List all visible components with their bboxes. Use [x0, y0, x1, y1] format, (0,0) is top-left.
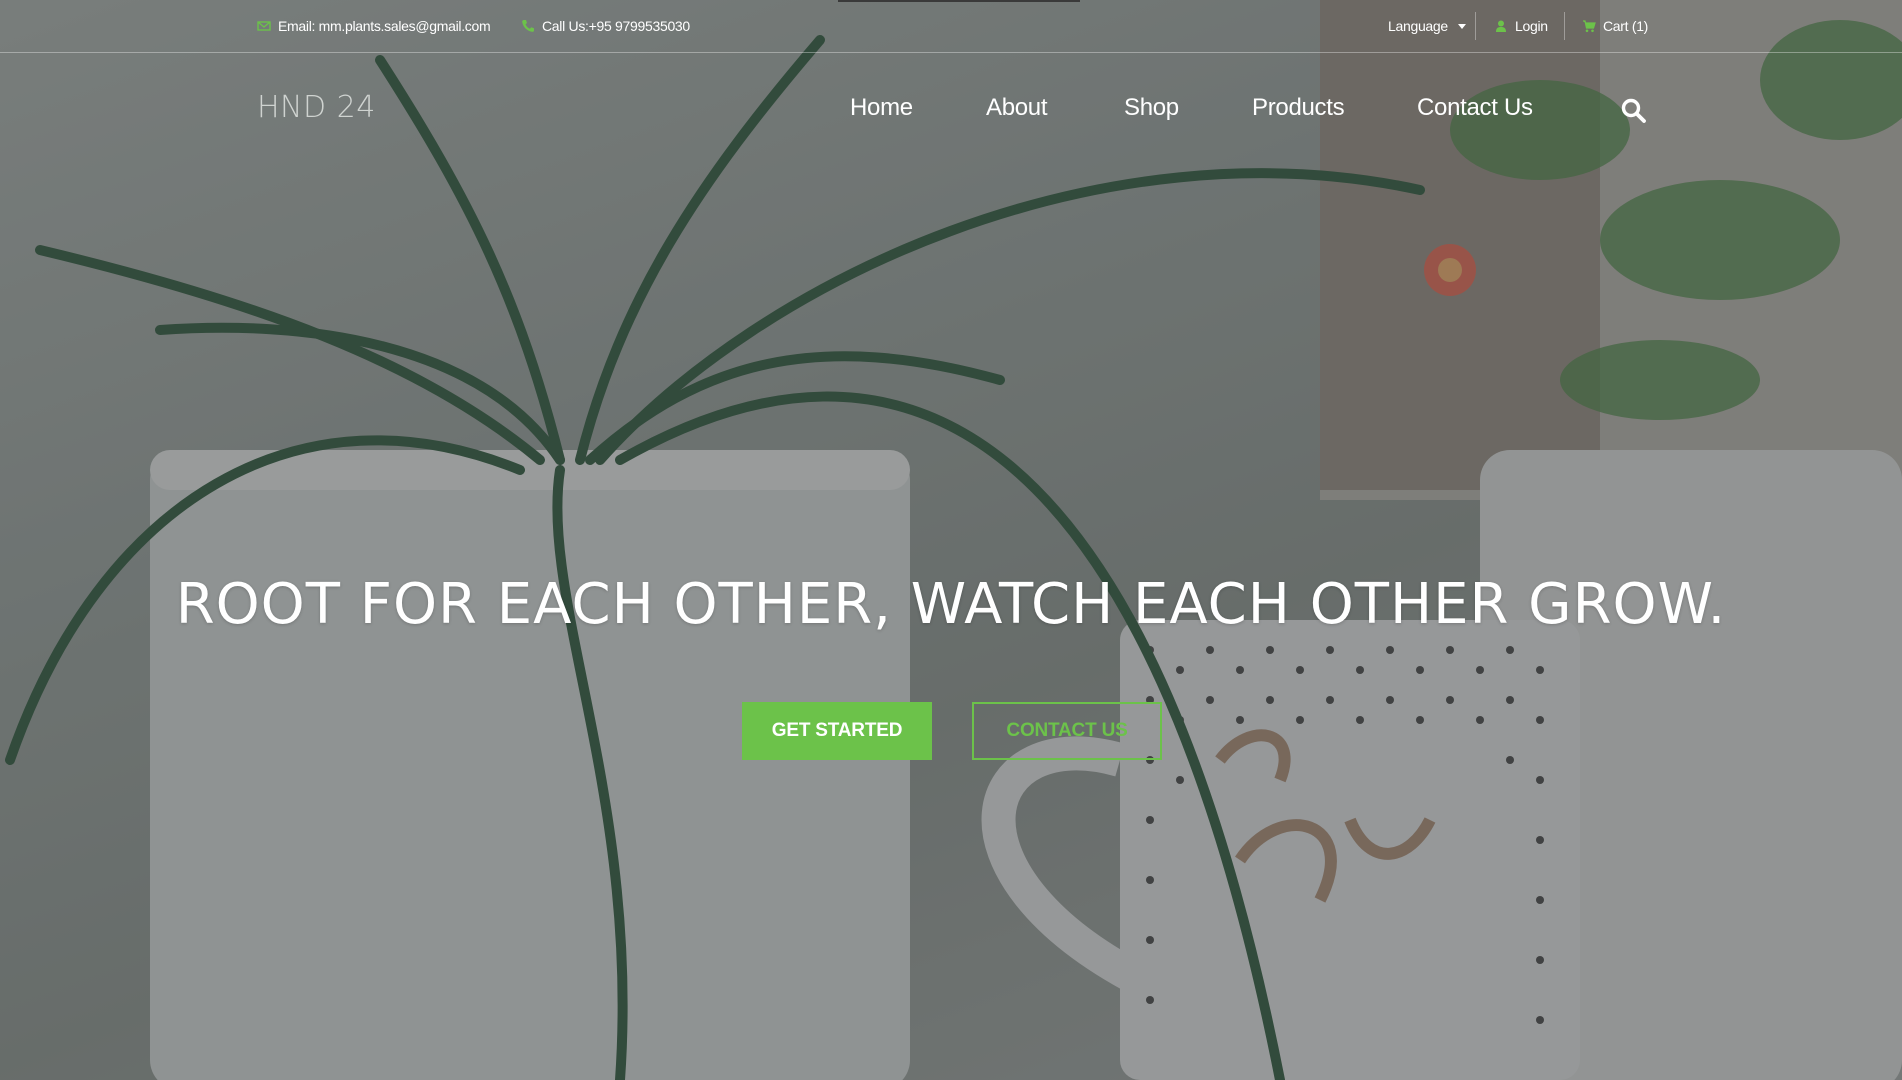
- caret-down-icon: [1457, 23, 1466, 29]
- language-dropdown[interactable]: Language: [1388, 18, 1466, 34]
- topbar-divider: [1475, 12, 1476, 40]
- site-logo[interactable]: HND 24: [257, 90, 376, 125]
- top-info-bar: Email: mm.plants.sales@gmail.com Call Us…: [0, 0, 1902, 53]
- phone-icon: [522, 20, 534, 32]
- nav-link-about[interactable]: About: [986, 94, 1048, 122]
- get-started-button[interactable]: GET STARTED: [742, 702, 932, 760]
- phone-text: Call Us:+95 9799535030: [542, 18, 690, 34]
- phone-contact[interactable]: Call Us:+95 9799535030: [521, 18, 690, 34]
- user-icon: [1496, 20, 1506, 32]
- nav-link-shop[interactable]: Shop: [1124, 94, 1179, 122]
- search-icon[interactable]: [1620, 97, 1648, 125]
- email-text: Email: mm.plants.sales@gmail.com: [278, 18, 491, 34]
- login-label: Login: [1515, 18, 1548, 34]
- contact-us-button[interactable]: CONTACT US: [972, 702, 1162, 760]
- email-contact[interactable]: Email: mm.plants.sales@gmail.com: [257, 18, 491, 34]
- cart-icon: [1583, 20, 1596, 33]
- cart-link[interactable]: Cart (1): [1582, 18, 1648, 34]
- language-label: Language: [1388, 18, 1448, 34]
- nav-link-products[interactable]: Products: [1252, 94, 1345, 122]
- hero-headline: ROOT FOR EACH OTHER, WATCH EACH OTHER GR…: [175, 572, 1727, 637]
- nav-link-home[interactable]: Home: [850, 94, 913, 122]
- envelope-icon: [257, 21, 271, 31]
- nav-link-contact[interactable]: Contact Us: [1417, 94, 1533, 122]
- topbar-divider: [1564, 12, 1565, 40]
- hero-section: [0, 0, 1902, 1080]
- hero-dark-overlay: [0, 0, 1902, 1080]
- cart-label: Cart (1): [1603, 18, 1649, 34]
- login-link[interactable]: Login: [1494, 18, 1548, 34]
